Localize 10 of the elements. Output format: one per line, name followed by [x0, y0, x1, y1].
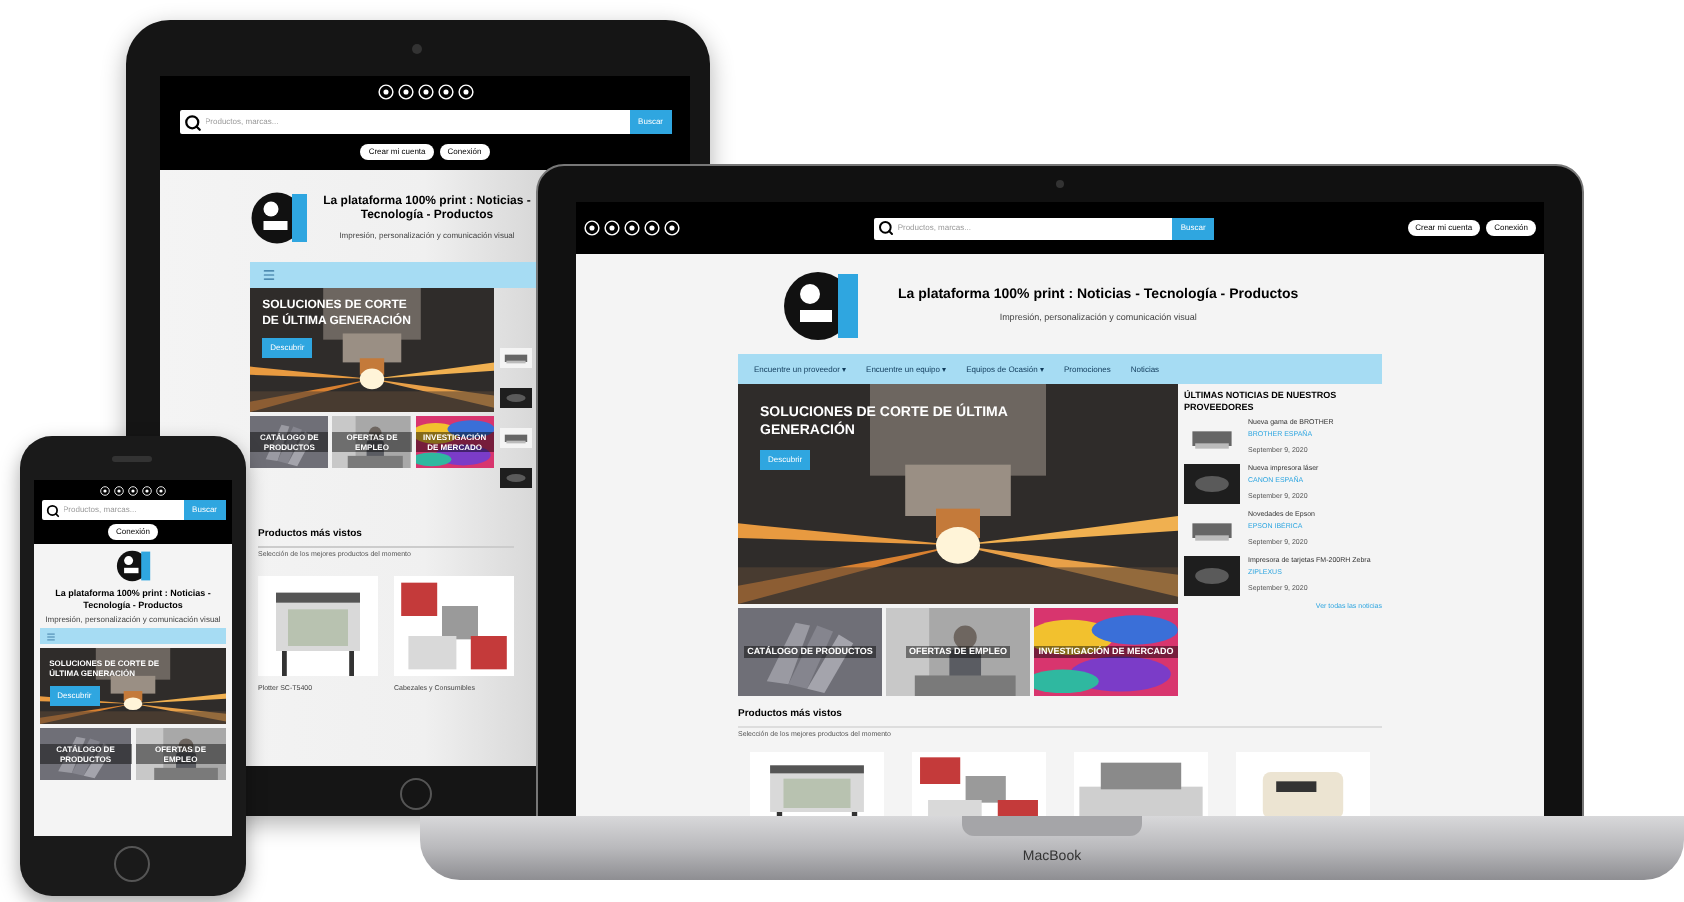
camera-icon: [1056, 180, 1064, 188]
menu-icon[interactable]: [262, 268, 276, 282]
logo-icon: [782, 266, 862, 346]
search-icon: [45, 503, 59, 517]
home-button[interactable]: [400, 778, 432, 810]
logo-icon: [115, 548, 151, 584]
search-icon: [183, 113, 201, 131]
camera-icon: [412, 44, 422, 54]
search-icon: [877, 220, 894, 236]
logo-icon: [250, 188, 310, 248]
